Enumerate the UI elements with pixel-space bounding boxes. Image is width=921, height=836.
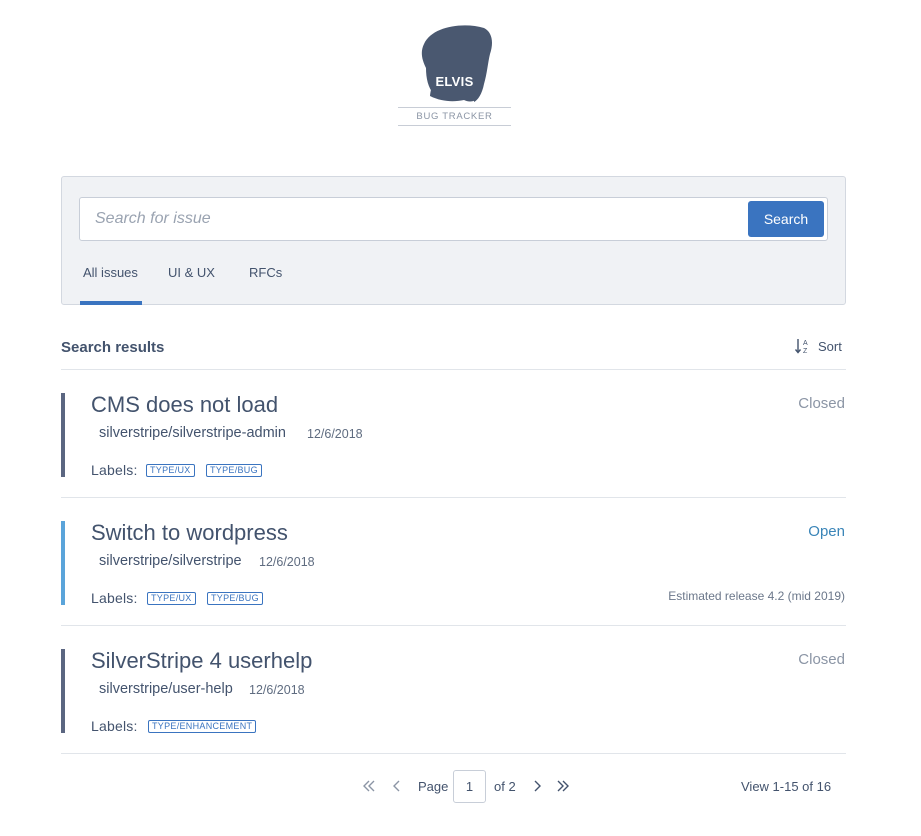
issue-title[interactable]: CMS does not load	[91, 392, 278, 418]
issue-item: SilverStripe 4 userhelp silverstripe/use…	[61, 626, 846, 754]
view-count: View 1-15 of 16	[741, 779, 832, 794]
svg-text:A: A	[803, 340, 808, 347]
issue-repo: silverstripe/silverstripe-admin	[99, 425, 286, 441]
issue-item: Switch to wordpress silverstripe/silvers…	[61, 498, 846, 626]
svg-text:Z: Z	[803, 348, 808, 355]
tab-label: UI & UX	[168, 265, 215, 280]
status-badge: Open	[808, 523, 845, 540]
chevron-left-icon[interactable]	[389, 778, 405, 794]
logo-divider	[398, 107, 511, 108]
issue-repo: silverstripe/user-help	[99, 681, 233, 697]
search-button[interactable]: Search	[748, 201, 824, 237]
tab-rfcs[interactable]: RFCs	[249, 264, 289, 305]
search-input[interactable]	[80, 198, 740, 240]
logo-wordmark: ELVIS	[435, 74, 474, 89]
issue-item: CMS does not load silverstripe/silverstr…	[61, 370, 846, 498]
tab-all-issues[interactable]: All issues	[80, 264, 142, 305]
double-chevron-right-icon[interactable]	[555, 778, 571, 794]
tab-ui-ux[interactable]: UI & UX	[168, 264, 218, 305]
sort-alpha-icon: A Z	[794, 337, 812, 355]
search-panel: Search All issues UI & UX RFCs	[61, 176, 846, 305]
logo[interactable]: ELVIS BUG TRACKER	[398, 22, 511, 128]
page-total: of 2	[494, 779, 516, 794]
tab-label: All issues	[83, 265, 138, 280]
label-tag[interactable]: TYPE/ENHANCEMENT	[148, 720, 257, 733]
status-badge: Closed	[798, 651, 845, 668]
status-bar	[61, 521, 65, 605]
tab-label: RFCs	[249, 265, 283, 280]
double-chevron-left-icon[interactable]	[361, 778, 377, 794]
chevron-right-icon[interactable]	[529, 778, 545, 794]
status-bar	[61, 649, 65, 733]
label-tag[interactable]: TYPE/UX	[147, 592, 196, 605]
label-tag[interactable]: TYPE/BUG	[206, 464, 262, 477]
page-label: Page	[418, 779, 449, 794]
issue-title[interactable]: Switch to wordpress	[91, 520, 288, 546]
page-number-input[interactable]	[453, 770, 486, 803]
logo-subtitle: BUG TRACKER	[416, 111, 493, 122]
search-box: Search	[79, 197, 828, 241]
results-title: Search results	[61, 339, 165, 356]
issue-repo: silverstripe/silverstripe	[99, 553, 242, 569]
item-divider	[61, 753, 846, 754]
issue-title[interactable]: SilverStripe 4 userhelp	[91, 648, 312, 674]
elvis-hair-icon	[421, 25, 492, 102]
logo-underline	[398, 125, 511, 126]
sort-button[interactable]: A Z Sort	[794, 337, 842, 355]
issue-date: 12/6/2018	[249, 683, 305, 697]
estimated-release: Estimated release 4.2 (mid 2019)	[668, 589, 845, 603]
status-bar	[61, 393, 65, 477]
labels-prefix: Labels:	[91, 718, 138, 734]
sort-label: Sort	[818, 338, 842, 354]
labels-prefix: Labels:	[91, 462, 138, 478]
label-tag[interactable]: TYPE/BUG	[207, 592, 263, 605]
issue-date: 12/6/2018	[259, 555, 315, 569]
label-tag[interactable]: TYPE/UX	[146, 464, 195, 477]
labels-prefix: Labels:	[91, 590, 138, 606]
issue-date: 12/6/2018	[307, 427, 363, 441]
status-badge: Closed	[798, 395, 845, 412]
